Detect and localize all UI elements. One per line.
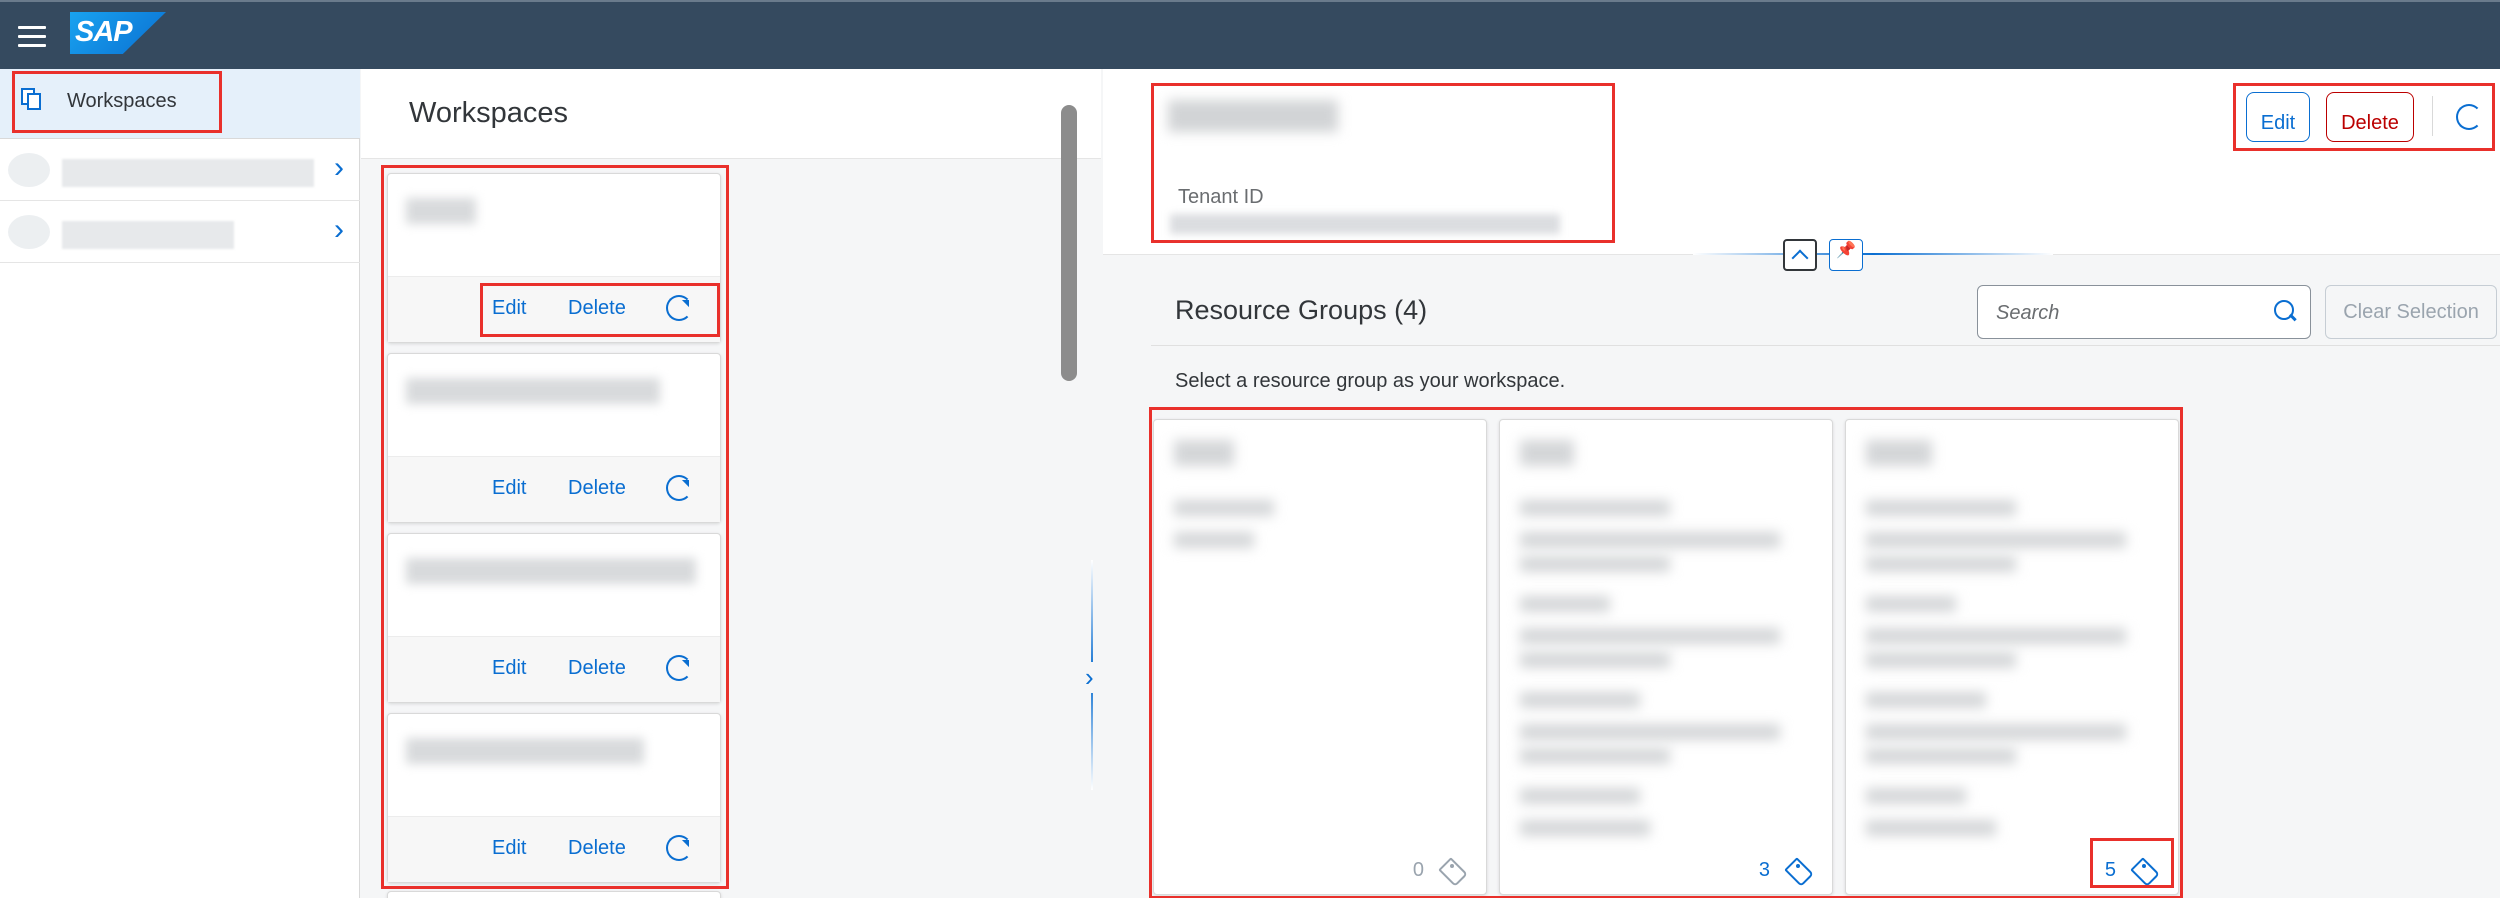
divider [1151, 345, 2500, 346]
page-title: Workspaces [409, 97, 569, 129]
object-header-frame: Tenant ID [1151, 83, 1615, 243]
header-actions: Edit Delete [2233, 83, 2495, 151]
redacted-tenant-id [1170, 214, 1560, 234]
list-header: Workspaces [361, 69, 1101, 159]
redacted-label [62, 159, 314, 187]
highlight-frame [381, 165, 729, 889]
clear-selection-button[interactable]: Clear Selection [2325, 285, 2497, 339]
refresh-icon[interactable] [2456, 104, 2482, 130]
workspace-card[interactable] [387, 891, 721, 898]
sidebar-item-tenant-1[interactable]: › [0, 139, 360, 201]
search-placeholder: Search [1996, 302, 2060, 324]
collapse-header-button[interactable] [1783, 239, 1817, 271]
avatar [8, 215, 50, 249]
divider [2432, 96, 2433, 136]
shell-bar: SAP [0, 0, 2500, 69]
search-input[interactable]: Search [1977, 285, 2311, 339]
delete-button[interactable]: Delete [2326, 92, 2414, 142]
tiles-highlight-frame [1149, 407, 2183, 898]
edit-button[interactable]: Edit [2246, 92, 2310, 142]
redacted-object-title [1168, 100, 1338, 132]
menu-icon[interactable] [18, 26, 46, 48]
detail-pane: Tenant ID Edit Delete 📌 Resource Groups … [1103, 69, 2500, 898]
redacted-label [62, 221, 234, 249]
workspaces-list-column: Workspaces Edit Delete Edit Delete Edit … [361, 69, 1101, 898]
header-toggle-line [1693, 253, 2053, 255]
side-navigation: Workspaces › › [0, 69, 360, 898]
chevron-right-icon: › [334, 213, 344, 246]
pin-icon[interactable]: 📌 [1829, 239, 1863, 271]
chevron-right-icon[interactable]: › [1085, 662, 1094, 693]
resource-groups-description: Select a resource group as your workspac… [1175, 370, 1566, 392]
tenant-id-label: Tenant ID [1178, 186, 1264, 208]
avatar [8, 153, 50, 187]
object-header: Tenant ID Edit Delete [1103, 69, 2500, 255]
sidebar-item-tenant-2[interactable]: › [0, 201, 360, 263]
sidebar-item-workspaces[interactable]: Workspaces [12, 71, 222, 133]
resource-groups-title: Resource Groups (4) [1175, 295, 1428, 325]
search-icon[interactable] [2274, 300, 2296, 322]
sidebar-item-label: Workspaces [67, 90, 177, 112]
scrollbar[interactable] [1061, 105, 1077, 381]
copy-icon [21, 88, 43, 112]
sap-logo[interactable]: SAP [70, 12, 166, 54]
layout-splitter[interactable]: › [1085, 560, 1099, 790]
chevron-right-icon: › [334, 151, 344, 184]
